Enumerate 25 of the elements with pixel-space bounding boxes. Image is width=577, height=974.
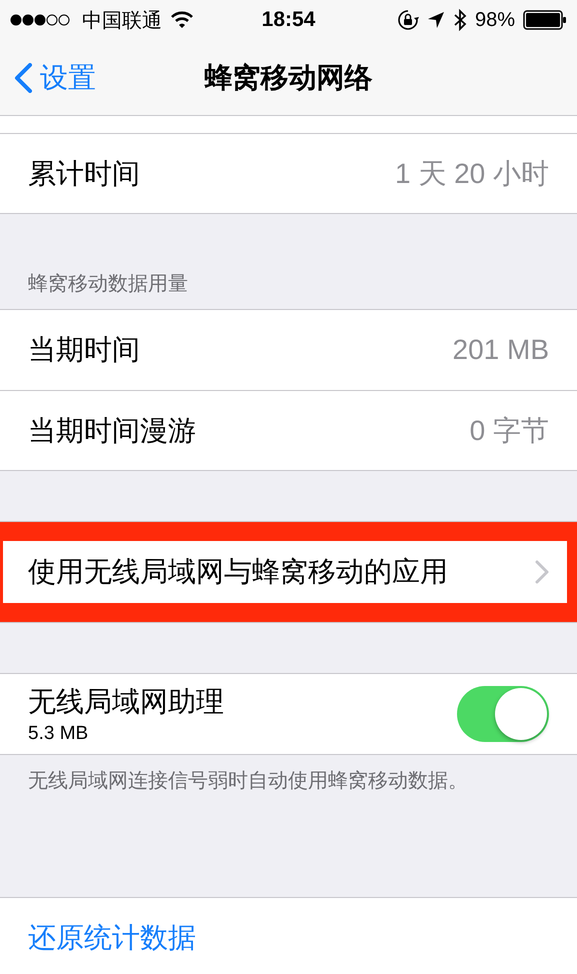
row-label: 当期时间漫游 [28,414,197,448]
battery-icon [523,10,567,30]
battery-percent: 98% [474,8,515,32]
wifi-icon [170,11,194,29]
rotation-lock-icon [396,9,419,31]
row-detail: 5.3 MB [28,723,90,745]
row-label: 当期时间 [28,333,141,367]
screen-title: 蜂窝移动网络 [204,62,372,92]
back-chevron-icon [14,62,32,92]
carrier-name: 中国联通 [82,8,162,34]
row-value: 0 字节 [470,414,549,448]
status-time: 18:54 [262,8,316,31]
back-button[interactable]: 设置 [14,58,96,96]
row-value: 201 MB [452,334,549,366]
row-value: 1 天 20 小时 [394,156,549,190]
list-row[interactable]: 使用无线局域网与蜂窝移动的应用 [0,522,577,622]
row-label: 无线局域网助理 [28,685,225,719]
section-footer: 无线局域网连接信号弱时自动使用蜂窝移动数据。 [0,755,568,795]
bluetooth-icon [452,9,467,31]
reset-link[interactable]: 还原统计数据 [28,919,196,957]
location-arrow-icon [426,11,445,29]
chevron-icon [535,560,549,584]
toggle-switch[interactable] [457,686,549,742]
section-header: 蜂窝移动数据用量 [28,273,188,295]
row-label: 累计时间 [28,156,141,190]
